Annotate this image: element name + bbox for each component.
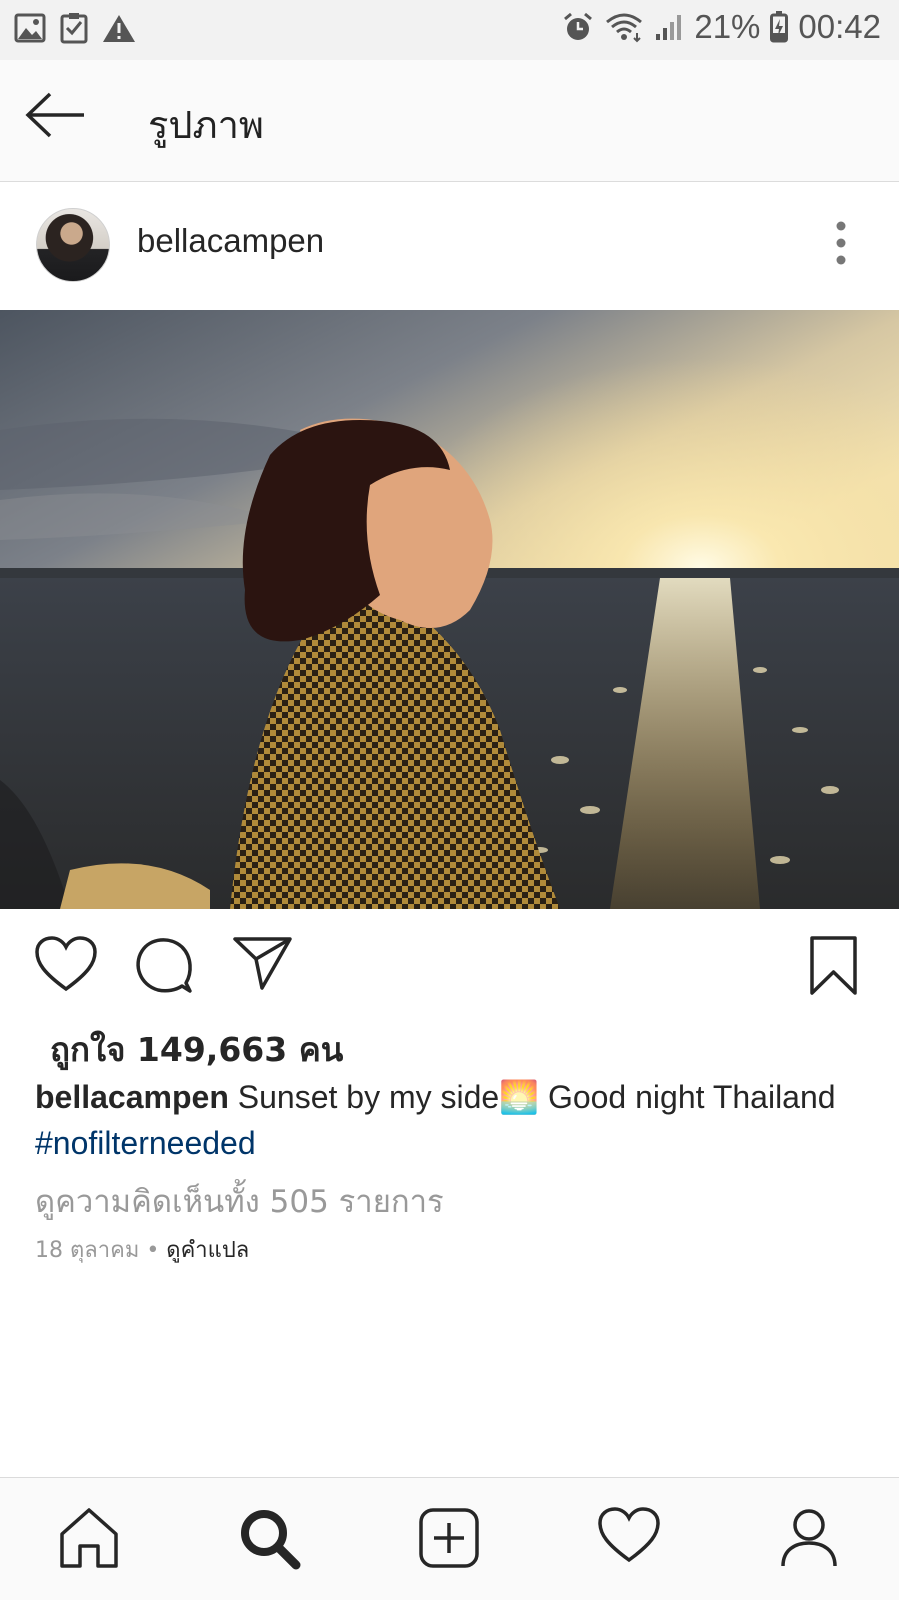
- bottom-navigation: [0, 1477, 899, 1600]
- share-icon: [232, 937, 294, 995]
- post-meta: 18 ตุลาคม • ดูคำแปล: [35, 1232, 249, 1267]
- comment-icon: [134, 938, 194, 999]
- checklist-icon: [60, 12, 88, 44]
- alarm-icon: [562, 11, 594, 43]
- comment-button[interactable]: [134, 935, 202, 1001]
- bookmark-icon: [808, 936, 860, 1001]
- wifi-icon: [604, 11, 644, 43]
- save-button[interactable]: [808, 935, 876, 1001]
- page-title: รูปภาพ: [148, 103, 264, 147]
- post-caption: bellacampen Sunset by my side🌅 Good nigh…: [35, 1074, 875, 1166]
- view-all-comments-link[interactable]: ดูความคิดเห็นทั้ง 505 รายการ: [35, 1176, 444, 1226]
- post-photo[interactable]: [0, 310, 899, 909]
- activity-icon: [597, 1507, 661, 1568]
- like-button[interactable]: [34, 935, 102, 1001]
- warning-icon: [102, 13, 136, 43]
- profile-icon: [777, 1509, 841, 1574]
- clock: 00:42: [798, 8, 881, 45]
- hashtag-link[interactable]: #nofilterneeded: [35, 1125, 256, 1161]
- heart-icon: [34, 936, 98, 997]
- more-vertical-icon: [831, 221, 851, 270]
- nav-search-button[interactable]: [237, 1506, 303, 1572]
- like-count[interactable]: ถูกใจ 149,663 คน: [50, 1023, 343, 1076]
- back-button[interactable]: [24, 90, 94, 150]
- battery-charging-icon: [770, 11, 789, 43]
- arrow-left-icon: [24, 92, 86, 144]
- add-icon: [417, 1508, 481, 1574]
- search-icon: [237, 1510, 301, 1574]
- post-username[interactable]: bellacampen: [137, 222, 324, 260]
- status-bar-right: 21% 00:42: [562, 8, 881, 46]
- post-header: bellacampen: [0, 182, 899, 310]
- meta-separator: •: [139, 1238, 167, 1263]
- status-bar: 21% 00:42: [0, 0, 899, 60]
- translate-link[interactable]: ดูคำแปล: [166, 1238, 249, 1263]
- more-options-button[interactable]: [831, 220, 851, 266]
- caption-username[interactable]: bellacampen: [35, 1079, 229, 1115]
- share-button[interactable]: [232, 935, 300, 1001]
- gallery-icon: [14, 13, 46, 43]
- signal-icon: [654, 12, 684, 42]
- home-icon: [57, 1508, 121, 1574]
- caption-text: Sunset by my side🌅 Good night Thailand: [228, 1079, 836, 1115]
- nav-home-button[interactable]: [57, 1506, 123, 1572]
- post-date: 18 ตุลาคม: [35, 1238, 140, 1263]
- avatar[interactable]: [36, 208, 110, 282]
- nav-add-post-button[interactable]: [417, 1506, 483, 1572]
- top-toolbar: รูปภาพ: [0, 60, 899, 182]
- status-bar-left: [14, 12, 136, 44]
- nav-activity-button[interactable]: [597, 1506, 663, 1572]
- post-actions: [0, 909, 899, 1019]
- battery-percent: 21%: [694, 8, 761, 45]
- nav-profile-button[interactable]: [777, 1506, 843, 1572]
